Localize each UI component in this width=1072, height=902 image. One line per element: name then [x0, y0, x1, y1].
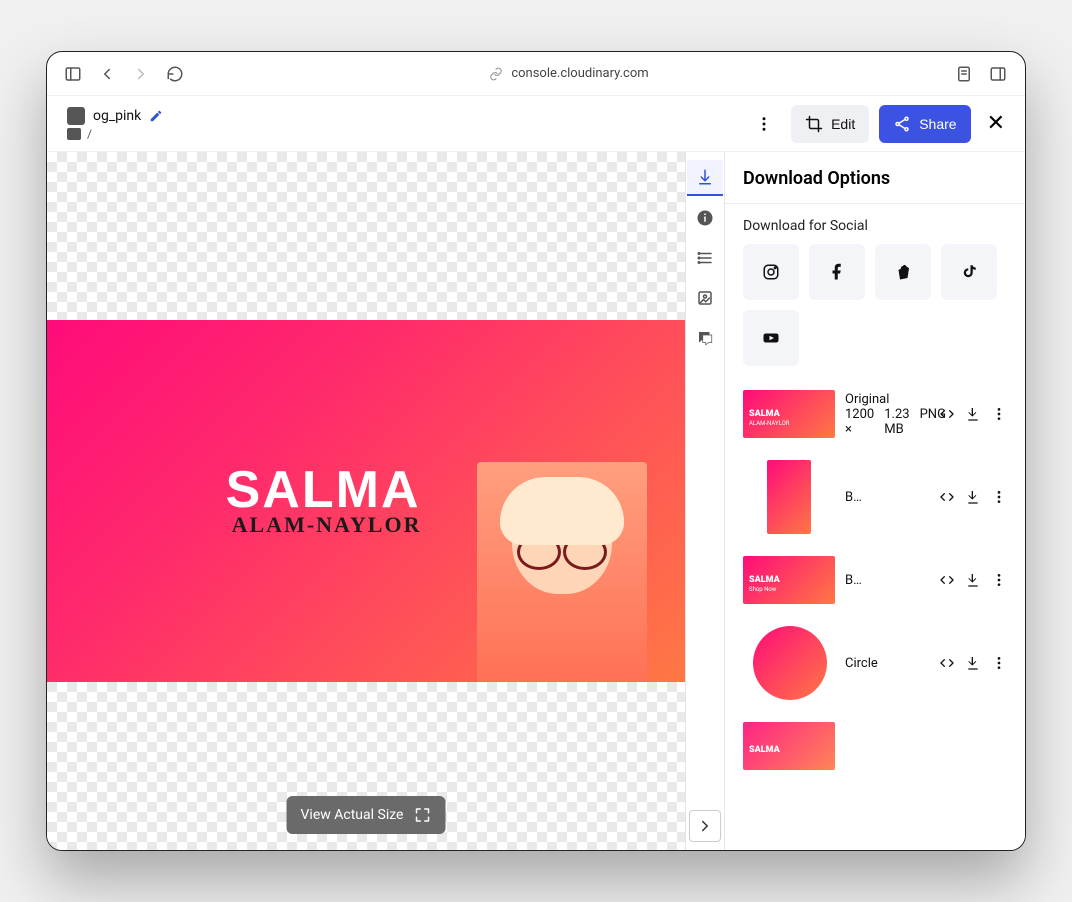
- expand-icon: [413, 806, 431, 824]
- tabs-icon[interactable]: [987, 63, 1009, 85]
- edit-label: Edit: [831, 116, 855, 132]
- canvas-area[interactable]: SALMA ALAM-NAYLOR View Actual Size: [47, 152, 685, 850]
- row-more-icon[interactable]: [991, 655, 1007, 671]
- url-text: console.cloudinary.com: [511, 66, 648, 81]
- download-thumb[interactable]: [767, 460, 811, 534]
- download-name: Circle: [845, 656, 929, 671]
- preview-image: SALMA ALAM-NAYLOR: [47, 320, 685, 683]
- main-content: SALMA ALAM-NAYLOR View Actual Size: [47, 152, 1025, 850]
- link-icon: [489, 67, 503, 81]
- share-label: Share: [919, 116, 956, 132]
- download-thumb[interactable]: SALMAShop Now: [743, 556, 835, 604]
- tab-info-icon[interactable]: [687, 200, 723, 236]
- image-asset-icon: [67, 107, 85, 125]
- rename-icon[interactable]: [149, 109, 163, 123]
- download-size: 1.23 MB: [884, 407, 909, 437]
- download-list: SALMAALAM-NAYLOR Original 1200 × 1.23 MB…: [743, 384, 1007, 776]
- breadcrumb[interactable]: /: [87, 127, 92, 141]
- social-section-label: Download for Social: [743, 218, 1007, 234]
- code-icon[interactable]: [939, 655, 955, 671]
- tab-comments-icon[interactable]: [687, 320, 723, 356]
- social-instagram-icon[interactable]: [743, 244, 799, 300]
- code-icon[interactable]: [939, 572, 955, 588]
- reader-icon[interactable]: [953, 63, 975, 85]
- url-display[interactable]: console.cloudinary.com: [199, 66, 939, 81]
- browser-toolbar: console.cloudinary.com: [47, 52, 1025, 96]
- download-name: B…: [845, 573, 885, 588]
- image-headline: SALMA: [226, 464, 422, 516]
- social-tiktok-icon[interactable]: [941, 244, 997, 300]
- row-more-icon[interactable]: [991, 572, 1007, 588]
- next-page-icon[interactable]: [689, 810, 721, 842]
- download-row: Circle: [743, 620, 1007, 706]
- row-more-icon[interactable]: [991, 489, 1007, 505]
- folder-icon: [67, 128, 81, 140]
- download-row: SALMA: [743, 716, 1007, 776]
- panel-tab-rail: [685, 152, 725, 850]
- download-icon[interactable]: [965, 655, 981, 671]
- code-icon[interactable]: [939, 406, 955, 422]
- social-shopify-icon[interactable]: [875, 244, 931, 300]
- download-thumb[interactable]: SALMA: [743, 722, 835, 770]
- share-icon: [893, 115, 911, 133]
- download-name: Original: [845, 392, 929, 407]
- tab-analyze-icon[interactable]: [687, 280, 723, 316]
- close-icon[interactable]: ✕: [987, 111, 1005, 136]
- file-name: og_pink: [93, 108, 141, 124]
- panel-title: Download Options: [725, 152, 1025, 204]
- tab-download-icon[interactable]: [687, 160, 723, 196]
- social-youtube-icon[interactable]: [743, 310, 799, 366]
- row-more-icon[interactable]: [991, 406, 1007, 422]
- download-row: SALMAALAM-NAYLOR Original 1200 × 1.23 MB…: [743, 384, 1007, 444]
- reload-icon[interactable]: [165, 64, 185, 84]
- social-facebook-icon[interactable]: [809, 244, 865, 300]
- sidebar-toggle-icon[interactable]: [63, 64, 83, 84]
- more-menu-icon[interactable]: [747, 107, 781, 141]
- download-name: B…: [845, 490, 885, 505]
- crop-icon: [805, 115, 823, 133]
- view-actual-size-button[interactable]: View Actual Size: [287, 796, 446, 834]
- edit-button[interactable]: Edit: [791, 105, 869, 143]
- share-button[interactable]: Share: [879, 105, 970, 143]
- download-icon[interactable]: [965, 572, 981, 588]
- view-actual-label: View Actual Size: [301, 807, 404, 823]
- download-icon[interactable]: [965, 406, 981, 422]
- download-panel: Download Options Download for Social: [725, 152, 1025, 850]
- image-subhead: ALAM-NAYLOR: [232, 512, 422, 538]
- tab-metadata-icon[interactable]: [687, 240, 723, 276]
- forward-icon: [131, 64, 151, 84]
- download-row: SALMAShop Now B…: [743, 550, 1007, 610]
- download-thumb[interactable]: [753, 626, 827, 700]
- code-icon[interactable]: [939, 489, 955, 505]
- image-portrait: [477, 462, 647, 682]
- back-icon[interactable]: [97, 64, 117, 84]
- social-grid: [743, 244, 1007, 366]
- download-icon[interactable]: [965, 489, 981, 505]
- download-dims: 1200 ×: [845, 407, 874, 437]
- download-row: B…: [743, 454, 1007, 540]
- app-window: console.cloudinary.com og_pink /: [46, 51, 1026, 851]
- app-header: og_pink / Edit Share ✕: [47, 96, 1025, 152]
- download-thumb[interactable]: SALMAALAM-NAYLOR: [743, 390, 835, 438]
